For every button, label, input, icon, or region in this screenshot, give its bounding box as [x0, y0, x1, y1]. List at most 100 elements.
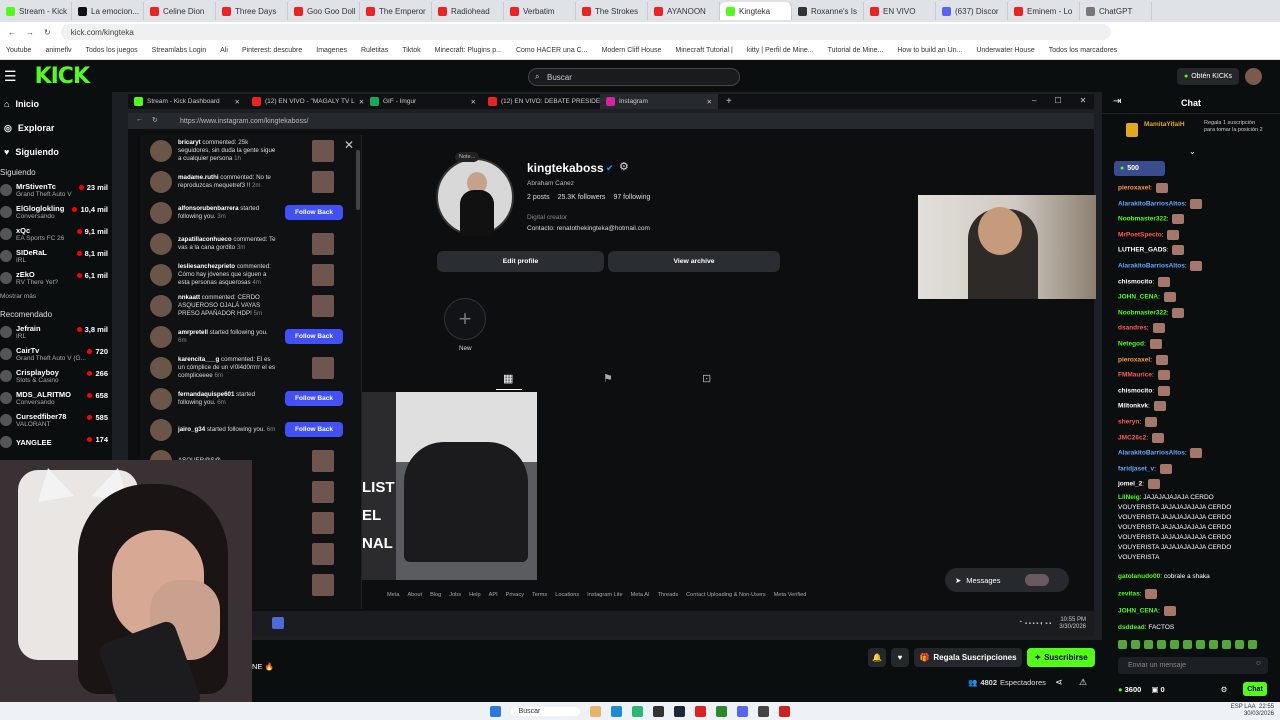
notification-row[interactable]: fernandaquispe601 started following you.…: [140, 383, 361, 414]
bookmark-item[interactable]: Minecraft: Plugins p...: [435, 47, 502, 54]
bookmark-item[interactable]: Todos los marcadores: [1049, 47, 1117, 54]
search-input[interactable]: ⌕ Buscar: [528, 68, 740, 86]
follow-back-button[interactable]: Follow Back: [285, 422, 343, 437]
inner-browser-tab[interactable]: Instagram ✕: [600, 94, 718, 109]
browser-tab[interactable]: La emocion...: [72, 2, 144, 20]
emoji-icon[interactable]: ☺: [1255, 660, 1262, 667]
footer-link[interactable]: Terms: [532, 592, 547, 598]
notification-row[interactable]: nnkaatt commented: CERDO ASQUEROSO OJALÁ…: [140, 290, 361, 321]
post-thumbnail[interactable]: [312, 357, 334, 379]
notification-user[interactable]: amrpretell: [178, 329, 208, 336]
notification-avatar[interactable]: [150, 170, 172, 193]
minimize-icon[interactable]: –: [1032, 96, 1036, 105]
tagged-icon[interactable]: ⊡: [702, 372, 711, 385]
bookmark-item[interactable]: Modern Cliff House: [602, 47, 662, 54]
edit-profile-button[interactable]: Edit profile: [437, 251, 604, 272]
post-thumbnail[interactable]: [312, 450, 334, 472]
chat-username[interactable]: Noobmaster322: [1118, 310, 1167, 317]
gift-subs-button[interactable]: 🎁 Regala Suscripciones: [914, 648, 1022, 667]
bookmark-item[interactable]: How to build an Un...: [897, 47, 962, 54]
footer-link[interactable]: Threads: [658, 592, 679, 598]
footer-link[interactable]: Locations: [555, 592, 579, 598]
reload-icon[interactable]: ↻: [152, 116, 158, 124]
post-thumbnail[interactable]: [312, 264, 334, 286]
footer-link[interactable]: Blog: [430, 592, 441, 598]
follow-back-button[interactable]: Follow Back: [285, 329, 343, 344]
reload-icon[interactable]: ↻: [44, 28, 51, 37]
bookmark-item[interactable]: animeflv: [45, 47, 71, 54]
notification-row[interactable]: jairo_g34 started following you. 6m Follo…: [140, 414, 361, 445]
show-more-link[interactable]: Mostrar más: [0, 289, 112, 306]
view-archive-button[interactable]: View archive: [608, 251, 780, 272]
emote-icon[interactable]: [1131, 640, 1140, 649]
sidebar-channel[interactable]: Crisplayboy Slots & Casino 266: [0, 365, 112, 387]
posts-count[interactable]: 2 posts: [527, 194, 550, 201]
file-explorer-icon[interactable]: [590, 705, 602, 717]
notification-user[interactable]: madame.ruthi: [178, 174, 219, 181]
inner-browser-tab[interactable]: Stream - Kick Dashboard ✕: [128, 94, 246, 109]
app-icon[interactable]: [716, 705, 728, 717]
steam-icon[interactable]: [674, 705, 686, 717]
bookmark-item[interactable]: kitty | Perfil de Mine...: [747, 47, 814, 54]
profile-picture[interactable]: [436, 158, 514, 236]
report-icon[interactable]: ⚠: [1079, 677, 1087, 688]
back-icon[interactable]: ←: [136, 116, 143, 123]
chat-filter-icon[interactable]: ⌄: [1189, 147, 1196, 156]
emote-icon[interactable]: [1209, 640, 1218, 649]
post-thumbnail[interactable]: [312, 574, 334, 596]
chat-username[interactable]: dsandres: [1118, 325, 1147, 332]
browser-tab[interactable]: The Strokes: [576, 2, 648, 20]
notification-avatar[interactable]: [150, 418, 172, 441]
notification-avatar[interactable]: [150, 201, 172, 224]
browser-tab[interactable]: EN VIVO: [864, 2, 936, 20]
chat-username[interactable]: JOHN_CENA: [1118, 608, 1158, 615]
emote-icon[interactable]: [1144, 640, 1153, 649]
profile-note[interactable]: Note...: [455, 152, 480, 162]
emote-icon[interactable]: [1157, 640, 1166, 649]
browser-tab[interactable]: Roxanne's Is: [792, 2, 864, 20]
settings-gear-icon[interactable]: ⚙: [619, 160, 629, 173]
notification-user[interactable]: bricaryt: [178, 139, 201, 146]
notification-avatar[interactable]: [150, 232, 172, 255]
bookmark-item[interactable]: Todos los juegos: [86, 47, 138, 54]
chat-username[interactable]: Miltonkvk: [1118, 403, 1148, 410]
notification-user[interactable]: karencita___g: [178, 356, 219, 363]
bookmark-item[interactable]: Streamlabs Login: [152, 47, 206, 54]
menu-icon[interactable]: ☰: [4, 68, 17, 85]
sidebar-channel[interactable]: zEkO RV There Yet? 6,1 mil: [0, 267, 112, 289]
footer-link[interactable]: Meta: [387, 592, 399, 598]
notification-row[interactable]: lesliesanchezprieto commented: Cómo hay …: [140, 259, 361, 290]
chat-username[interactable]: Noobmaster322: [1118, 216, 1167, 223]
bookmark-item[interactable]: Underwater House: [976, 47, 1034, 54]
notification-row[interactable]: zapatillaconhueco commented: Te vas a la…: [140, 228, 361, 259]
heart-icon[interactable]: ♥: [891, 648, 909, 667]
browser-tab[interactable]: Kingteka: [720, 2, 792, 20]
chat-username[interactable]: faridjaset_v: [1118, 466, 1154, 473]
messages-button[interactable]: ➤ Messages: [945, 568, 1069, 592]
browser-tab[interactable]: The Emperor: [360, 2, 432, 20]
sidebar-channel[interactable]: Jefrain IRL 3,8 mil: [0, 321, 112, 343]
chat-username[interactable]: AlarakitoBarriosAltos: [1118, 200, 1185, 207]
browser-tab[interactable]: Three Days: [216, 2, 288, 20]
emote-icon[interactable]: [1196, 640, 1205, 649]
back-icon[interactable]: ←: [8, 28, 16, 37]
user-avatar[interactable]: [1245, 68, 1262, 85]
emote-icon[interactable]: [1118, 640, 1127, 649]
app-icon[interactable]: [779, 705, 791, 717]
browser-tab[interactable]: ChatGPT: [1080, 2, 1152, 20]
post-thumbnail-banner[interactable]: LIST EL NAL: [362, 392, 396, 580]
discord-icon[interactable]: [737, 705, 749, 717]
browser-tab[interactable]: AYANOON: [648, 2, 720, 20]
post-thumbnail[interactable]: [312, 171, 334, 193]
chat-username[interactable]: jomel_2: [1118, 481, 1142, 488]
chat-username[interactable]: pieroxaxel: [1118, 185, 1150, 192]
chat-username[interactable]: AlarakitoBarriosAltos: [1118, 450, 1185, 457]
notification-avatar[interactable]: [150, 139, 172, 162]
points-display[interactable]: ● 3600: [1118, 685, 1141, 694]
close-icon[interactable]: ✕: [1080, 96, 1087, 105]
windows-start-icon[interactable]: [489, 705, 501, 717]
sub-badge[interactable]: ● 500: [1114, 161, 1165, 176]
bookmark-item[interactable]: Imagenes: [316, 47, 347, 54]
notifications-scrollbar[interactable]: [356, 150, 360, 210]
chat-send-button[interactable]: Chat: [1243, 682, 1267, 696]
